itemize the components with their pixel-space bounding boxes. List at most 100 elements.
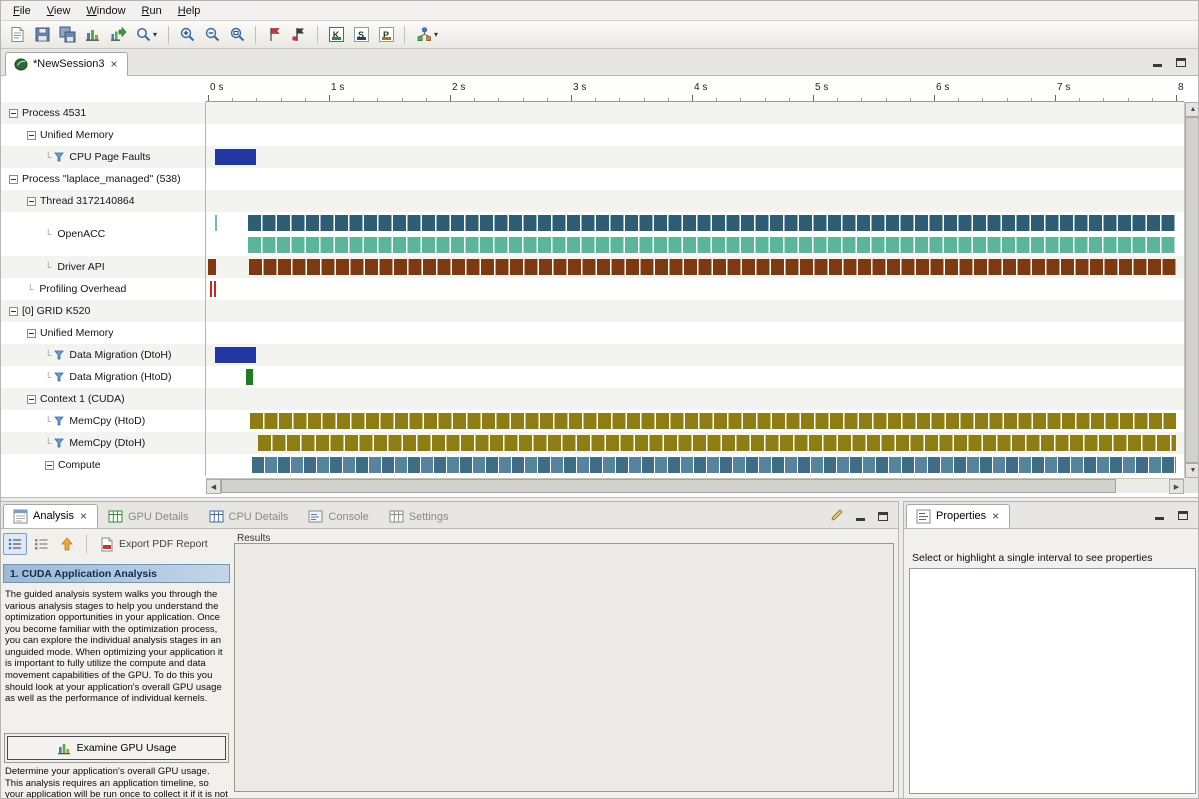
scroll-right-icon[interactable]: ▶ — [1169, 479, 1184, 494]
close-icon[interactable]: × — [110, 59, 119, 69]
timeline-row-header[interactable]: └MemCpy (DtoH) — [1, 432, 206, 454]
tool-stream-mode-icon[interactable]: S — [349, 24, 373, 46]
filter-icon[interactable] — [54, 438, 64, 448]
timeline-row-header[interactable]: Context 1 (CUDA) — [1, 388, 206, 410]
timeline-row-header[interactable]: └OpenACC — [1, 212, 206, 256]
dropdown-caret[interactable]: ▾ — [434, 30, 438, 39]
maximize-icon[interactable] — [876, 509, 890, 521]
timeline-interval[interactable] — [208, 259, 216, 275]
tab-session[interactable]: *NewSession3 × — [5, 52, 128, 76]
timeline-row[interactable]: Unified Memory — [1, 322, 1184, 344]
minimize-icon[interactable] — [1150, 55, 1164, 67]
scroll-up-icon[interactable]: ▲ — [1185, 102, 1199, 117]
timeline-row[interactable]: Unified Memory — [1, 124, 1184, 146]
timeline-row[interactable]: └Data Migration (DtoH) — [1, 344, 1184, 366]
timeline-row-header[interactable]: [0] GRID K520 — [1, 300, 206, 322]
tool-kernel-mode-icon[interactable]: K — [324, 24, 348, 46]
filter-icon[interactable] — [54, 350, 64, 360]
timeline-row-track[interactable] — [206, 212, 1184, 256]
timeline-row[interactable]: └Data Migration (HtoD) — [1, 366, 1184, 388]
timeline-row-header[interactable]: Thread 3172140864 — [1, 190, 206, 212]
collapse-icon[interactable] — [27, 197, 36, 206]
timeline-row-header[interactable]: Unified Memory — [1, 322, 206, 344]
timeline-row[interactable]: Process "laplace_managed" (538) — [1, 168, 1184, 190]
timeline-row[interactable]: [0] GRID K520 — [1, 300, 1184, 322]
export-pdf-button[interactable]: Export PDF Report — [94, 535, 214, 554]
timeline-row[interactable]: Thread 3172140864 — [1, 190, 1184, 212]
minimize-icon[interactable] — [853, 509, 867, 521]
filter-icon[interactable] — [54, 152, 64, 162]
timeline-interval[interactable] — [248, 237, 1176, 253]
tool-run-analysis-icon[interactable]: ▾ — [411, 24, 443, 46]
timeline-ruler[interactable]: 0 s1 s2 s3 s4 s5 s6 s7 s8 — [206, 80, 1184, 102]
timeline-row-track[interactable] — [206, 410, 1184, 432]
menu-view[interactable]: View — [39, 3, 79, 19]
timeline-row-track[interactable] — [206, 388, 1184, 410]
timeline-row-header[interactable]: └MemCpy (HtoD) — [1, 410, 206, 432]
timeline-row-track[interactable] — [206, 256, 1184, 278]
tab-console[interactable]: Console — [298, 504, 378, 528]
tool-zoom-in-icon[interactable] — [175, 24, 199, 46]
scroll-track[interactable] — [1116, 479, 1169, 493]
timeline-row-header[interactable]: └Driver API — [1, 256, 206, 278]
timeline-row[interactable]: └CPU Page Faults — [1, 146, 1184, 168]
dropdown-caret[interactable]: ▾ — [153, 30, 157, 39]
timeline-row[interactable]: └Driver API — [1, 256, 1184, 278]
tool-marker-reset-icon[interactable] — [287, 24, 311, 46]
tool-save-all-icon[interactable] — [55, 24, 79, 46]
minimize-icon[interactable] — [1152, 508, 1166, 520]
menu-file[interactable]: File — [5, 3, 39, 19]
filter-icon[interactable] — [54, 372, 64, 382]
timeline-row[interactable]: └Profiling Overhead — [1, 278, 1184, 300]
timeline-interval[interactable] — [250, 413, 1176, 429]
tool-search-icon[interactable]: ▾ — [130, 24, 162, 46]
tab-analysis[interactable]: Analysis× — [3, 504, 98, 528]
timeline-row-track[interactable] — [206, 146, 1184, 168]
menu-run[interactable]: Run — [134, 3, 170, 19]
timeline-row[interactable]: └MemCpy (HtoD) — [1, 410, 1184, 432]
tool-marker-next-icon[interactable] — [262, 24, 286, 46]
timeline-row-header[interactable]: Process 4531 — [1, 102, 206, 124]
tool-zoom-out-icon[interactable] — [200, 24, 224, 46]
timeline-row-track[interactable] — [206, 454, 1184, 476]
collapse-icon[interactable] — [9, 307, 18, 316]
timeline-interval[interactable] — [252, 457, 1176, 473]
timeline-interval[interactable] — [248, 215, 1176, 231]
collapse-icon[interactable] — [27, 329, 36, 338]
close-icon[interactable]: × — [991, 511, 1000, 521]
timeline-row-header[interactable]: Compute — [1, 454, 206, 476]
unguided-analysis-icon[interactable] — [29, 533, 53, 555]
timeline-interval[interactable] — [210, 281, 212, 297]
collapse-icon[interactable] — [9, 175, 18, 184]
timeline-row[interactable]: └OpenACC — [1, 212, 1184, 256]
timeline-row-header[interactable]: Process "laplace_managed" (538) — [1, 168, 206, 190]
timeline-interval[interactable] — [215, 347, 256, 363]
tab-properties[interactable]: Properties × — [906, 504, 1010, 528]
collapse-icon[interactable] — [27, 131, 36, 140]
timeline-interval[interactable] — [215, 215, 217, 231]
tool-chart-icon[interactable] — [80, 24, 104, 46]
timeline-row-track[interactable] — [206, 432, 1184, 454]
collapse-icon[interactable] — [27, 395, 36, 404]
maximize-icon[interactable] — [1176, 508, 1190, 520]
timeline-row-track[interactable] — [206, 322, 1184, 344]
timeline-interval[interactable] — [258, 435, 1176, 451]
tab-gpu-details[interactable]: GPU Details — [98, 504, 199, 528]
close-icon[interactable]: × — [79, 511, 88, 521]
timeline-vertical-scrollbar[interactable]: ▲ ▼ — [1184, 102, 1199, 478]
timeline-interval[interactable] — [246, 369, 254, 385]
timeline-interval[interactable] — [215, 149, 256, 165]
menu-help[interactable]: Help — [170, 3, 209, 19]
timeline-row-track[interactable] — [206, 366, 1184, 388]
timeline-row-header[interactable]: └Profiling Overhead — [1, 278, 206, 300]
tool-export-chart-icon[interactable] — [105, 24, 129, 46]
tab-settings[interactable]: Settings — [379, 504, 459, 528]
collapse-icon[interactable] — [45, 461, 54, 470]
guided-analysis-icon[interactable] — [3, 533, 27, 555]
timeline-row-header[interactable]: └Data Migration (HtoD) — [1, 366, 206, 388]
timeline-row[interactable]: Context 1 (CUDA) — [1, 388, 1184, 410]
timeline-row-track[interactable] — [206, 300, 1184, 322]
filter-icon[interactable] — [54, 416, 64, 426]
timeline-row-track[interactable] — [206, 168, 1184, 190]
tab-cpu-details[interactable]: CPU Details — [199, 504, 299, 528]
